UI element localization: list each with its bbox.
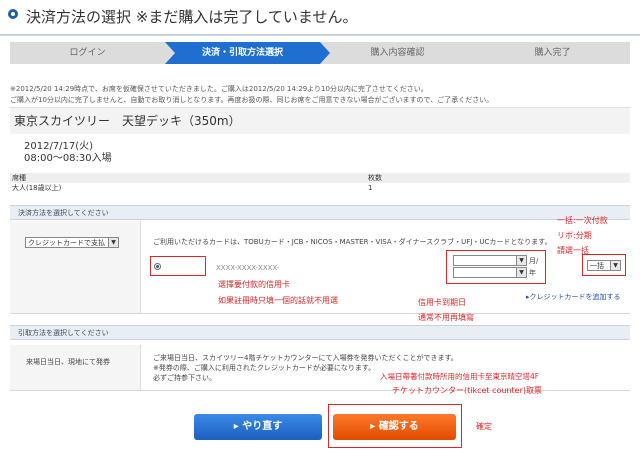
- chevron-down-icon: ▼: [610, 261, 620, 270]
- annotation-lump-sum: 一括:一次付款: [557, 216, 608, 225]
- annotation-expiry: 信用卡到期日: [418, 298, 466, 307]
- step-complete: 購入完了: [475, 42, 630, 64]
- chevron-down-icon: ▼: [516, 268, 526, 277]
- year-label: 年: [529, 269, 536, 277]
- available-cards-text: ご利用いただけるカードは、TOBUカード・JCB・NICOS・MASTER・VI…: [153, 238, 552, 246]
- card-number: XXXX-XXXX-XXXX-: [216, 264, 280, 272]
- confirm-button[interactable]: ▸ 確認する: [333, 414, 456, 440]
- receive-method: 来場日当日、現地にて発券: [26, 358, 110, 366]
- page-title: 決済方法の選択 ※まだ購入は完了していません。: [26, 8, 358, 26]
- reservation-notice: ※2012/5/20 14:29時点で、お席を仮確保させていただきました。ご購入…: [10, 84, 493, 106]
- annotation-expiry-note: 通常不用再填寫: [418, 313, 474, 322]
- event-time: 08:00〜08:30入場: [24, 153, 112, 164]
- annotation-confirm: 確定: [476, 422, 492, 431]
- chevron-down-icon: ▼: [516, 256, 526, 265]
- redo-button[interactable]: ▸ やり直す: [194, 414, 322, 440]
- quantity-header: 枚数: [368, 174, 382, 182]
- annotation-revolving: リボ:分期: [557, 231, 592, 240]
- annotation-pay-card: 選擇要付款的信用卡: [218, 280, 290, 289]
- step-arrow: [475, 42, 485, 64]
- quantity-cell: 1: [368, 184, 373, 192]
- progress-steps: ログイン 決済・引取方法選択 購入内容確認 購入完了: [10, 42, 630, 64]
- step-payment-method: 決済・引取方法選択: [165, 42, 320, 64]
- seat-type-cell: 大人(18歳以上): [12, 184, 62, 192]
- step-confirm-purchase: 購入内容確認: [320, 42, 475, 64]
- step-arrow: [165, 42, 175, 64]
- title-circle-icon: [8, 9, 18, 19]
- receive-section-title: 引取方法を選択してください: [10, 325, 630, 340]
- expiry-month-select[interactable]: ▼: [453, 255, 527, 266]
- payment-method-select[interactable]: クレジットカードで支払 ▼: [25, 237, 119, 248]
- event-datetime: 2012/7/17(火) 08:00〜08:30入場: [24, 141, 112, 165]
- event-name: 東京スカイツリー 天望デッキ（350m）: [14, 114, 241, 128]
- receive-desc-line: ご来場日当日、スカイツリー4階チケットカウンターにて入場券を発券いただくことがで…: [153, 354, 458, 362]
- notice-line: ※2012/5/20 14:29時点で、お席を仮確保させていただきました。ご購入…: [10, 85, 428, 93]
- add-card-link[interactable]: ▸クレジットカードを追加する: [526, 292, 621, 302]
- annotation-counter: チケットカウンター(tikcet counter)取票: [392, 386, 543, 395]
- card-radio[interactable]: [154, 263, 161, 270]
- step-arrow: [320, 42, 330, 64]
- radio-selected-dot: [156, 265, 159, 268]
- notice-line: ご購入が10分以内に完了しませんと、自動でお取り消しとなります。再度お扱の際、同…: [10, 96, 494, 104]
- payment-method-value: クレジットカードで支払: [28, 239, 105, 247]
- expiry-year-select[interactable]: ▼: [453, 267, 527, 278]
- payment-method-cell: [10, 221, 141, 313]
- chevron-down-icon: ▼: [108, 238, 118, 247]
- receive-method-cell: [10, 345, 141, 390]
- annotation-pickup: 入場日帶著付款時所用的信用卡至東京晴空塔4F: [380, 372, 540, 381]
- seat-type-header: 席種: [12, 174, 26, 182]
- annotation-one-card: 如果註冊時只填一個的話就不用選: [218, 296, 338, 305]
- seat-table-header: 席種 枚数: [10, 173, 630, 183]
- installment-value: 一括: [590, 262, 604, 270]
- annotation-please-select: 請選一括: [557, 246, 589, 255]
- payment-section-title: 決済方法を選択してください: [10, 205, 630, 220]
- installment-select[interactable]: 一括 ▼: [587, 260, 621, 271]
- step-login: ログイン: [10, 42, 165, 64]
- event-date: 2012/7/17(火): [24, 141, 94, 152]
- table-row: 大人(18歳以上) 1: [10, 183, 630, 193]
- month-label: 月/: [529, 257, 539, 265]
